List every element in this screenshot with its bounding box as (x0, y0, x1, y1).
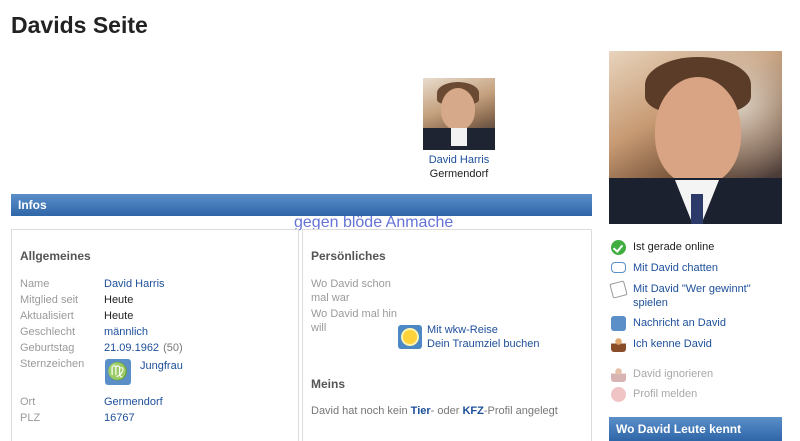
allgemeines-panel: Allgemeines Name David Harris Mitglied s… (11, 229, 299, 441)
report-profile-label: Profil melden (633, 388, 698, 400)
want-to-go-label: Wo David mal hin will (311, 308, 397, 334)
chat-action[interactable]: Mit David chatten (611, 261, 791, 275)
field-value: Heute (104, 310, 134, 322)
field-city: Ort Germendorf (20, 396, 295, 410)
field-label: Mitglied seit (20, 294, 79, 306)
online-status: Ist gerade online (611, 240, 791, 255)
ignore-action-label: David ignorieren (633, 368, 714, 380)
field-updated: Aktualisiert Heute (20, 310, 295, 324)
field-member-since: Mitglied seit Heute (20, 294, 295, 308)
persoenliches-panel: Persönliches Wo David schon mal war Wo D… (302, 229, 592, 441)
field-label: Ort (20, 396, 36, 408)
send-message-label: Nachricht an David (633, 317, 726, 329)
field-value-link[interactable]: Germendorf (104, 396, 163, 408)
online-status-label: Ist gerade online (633, 241, 715, 253)
report-profile-action[interactable]: Profil melden (611, 387, 791, 402)
play-game-action[interactable]: Mit David "Wer gewinnt" spielen (609, 280, 791, 310)
person-icon (611, 337, 626, 352)
send-message-action[interactable]: Nachricht an David (611, 316, 791, 331)
travel-link-line2: Dein Traumziel buchen (427, 338, 540, 350)
zodiac-link[interactable]: Jungfrau (140, 360, 183, 372)
message-icon (611, 316, 626, 331)
field-value-link[interactable]: 16767 (104, 412, 135, 424)
know-person-action[interactable]: Ich kenne David (611, 337, 791, 352)
profile-city: Germendorf (429, 168, 489, 180)
field-value-link[interactable]: männlich (104, 326, 148, 338)
field-birthday: Geburtstag 21.09.1962 (50) (20, 342, 295, 356)
meins-title: Meins (311, 377, 346, 391)
meins-text: David hat noch kein Tier- oder KFZ-Profi… (311, 405, 558, 417)
meins-text-suffix: -Profil angelegt (483, 405, 558, 417)
kfz-profile-link[interactable]: KFZ (462, 405, 483, 417)
field-label: PLZ (20, 412, 41, 424)
field-value-link[interactable]: David Harris (104, 278, 165, 290)
travel-link-line1: Mit wkw-Reise (427, 324, 498, 336)
field-value: Heute (104, 294, 134, 306)
field-zip: PLZ 16767 (20, 412, 295, 426)
birthday-value-link[interactable]: 21.09.1962 (104, 342, 159, 354)
field-gender: Geschlecht männlich (20, 326, 295, 340)
page-title: Davids Seite (11, 12, 148, 38)
infos-header-bar: Infos (11, 194, 592, 216)
chat-bubble-icon (611, 262, 626, 273)
meins-text-mid: - oder (430, 405, 463, 417)
age-value: (50) (163, 342, 183, 354)
sun-travel-icon (398, 325, 422, 349)
game-icon (609, 280, 628, 299)
profile-name-link[interactable]: David Harris (415, 154, 503, 166)
field-label: Aktualisiert (20, 310, 74, 322)
allgemeines-title: Allgemeines (20, 249, 91, 263)
know-person-label: Ich kenne David (633, 338, 712, 350)
field-name: Name David Harris (20, 278, 295, 292)
report-icon (611, 387, 626, 402)
travel-booking-link[interactable]: Mit wkw-Reise Dein Traumziel buchen (427, 323, 540, 351)
tier-profile-link[interactable]: Tier (411, 405, 431, 417)
play-game-label: Mit David "Wer gewinnt" spielen (633, 283, 751, 309)
ignore-person-icon (611, 367, 626, 382)
chat-action-label: Mit David chatten (633, 262, 718, 274)
field-label: Geburtstag (20, 342, 75, 354)
been-there-label: Wo David schon mal war (311, 278, 391, 304)
persoenliches-title: Persönliches (311, 249, 386, 263)
field-label: Name (20, 278, 50, 290)
profile-thumbnail-card: David Harris Germendorf (415, 78, 503, 180)
field-label: Sternzeichen (20, 358, 85, 370)
where-david-knows-people-bar[interactable]: Wo David Leute kennt (609, 417, 782, 441)
meins-text-prefix: David hat noch kein (311, 405, 411, 417)
virgo-icon: ♍ (105, 359, 131, 385)
field-label: Geschlecht (20, 326, 76, 338)
profile-thumbnail-photo[interactable] (423, 78, 495, 150)
online-check-icon (611, 240, 626, 255)
ignore-action[interactable]: David ignorieren (611, 367, 791, 382)
profile-main-photo[interactable] (609, 51, 782, 224)
